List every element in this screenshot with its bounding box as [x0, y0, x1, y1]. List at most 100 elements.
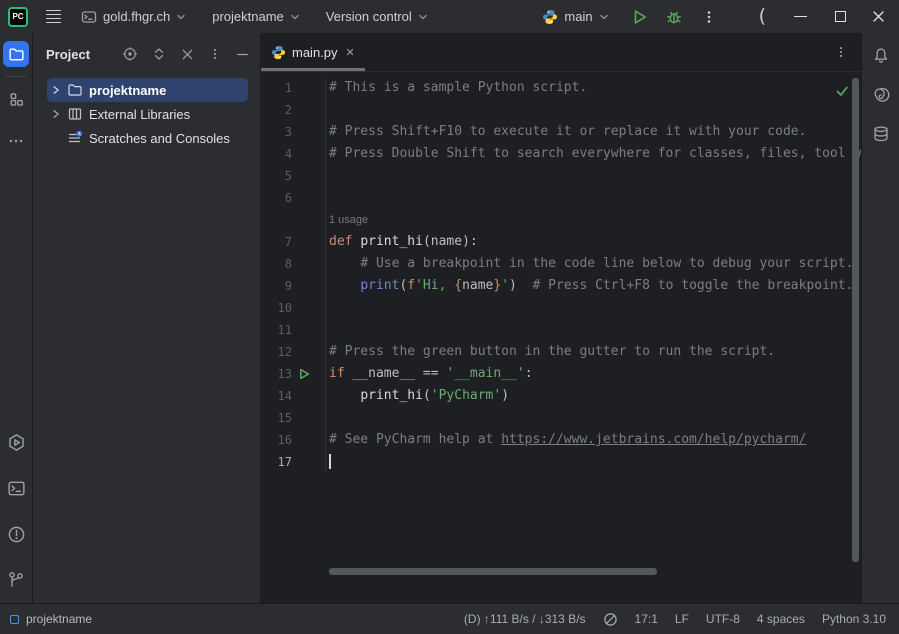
- python-icon: [542, 9, 558, 25]
- tree-item-external-libraries[interactable]: External Libraries: [47, 102, 248, 126]
- horizontal-scrollbar-thumb[interactable]: [329, 568, 657, 575]
- tree-item-projektname[interactable]: projektname: [47, 78, 248, 102]
- line-number: 6: [261, 187, 292, 209]
- code-row: 3# Press Shift+F10 to execute it or repl…: [261, 121, 861, 143]
- run-configuration-label: main: [564, 9, 592, 24]
- collapse-all-icon[interactable]: [180, 47, 195, 62]
- line-number: 4: [261, 143, 292, 165]
- right-tool-strip: [861, 33, 899, 603]
- remote-host-selector[interactable]: gold.fhgr.ch: [81, 9, 186, 25]
- chevron-down-icon: [418, 12, 428, 22]
- project-tree: projektname External Libraries: [33, 78, 260, 150]
- expand-collapse-icon[interactable]: [151, 46, 167, 62]
- inspection-ok-icon[interactable]: [835, 84, 849, 98]
- code-row: 10: [261, 297, 861, 319]
- pycharm-logo-icon: PC: [8, 7, 28, 27]
- more-tool-windows-button[interactable]: [3, 128, 29, 154]
- more-actions-icon[interactable]: [701, 9, 717, 25]
- interpreter-widget[interactable]: Python 3.10: [822, 612, 886, 626]
- git-tool-button[interactable]: [3, 567, 29, 593]
- python-icon: [271, 45, 286, 60]
- line-number: 12: [261, 341, 292, 363]
- hide-panel-icon[interactable]: [235, 47, 250, 62]
- scratches-icon: [67, 130, 85, 146]
- code-row: 8 # Use a breakpoint in the code line be…: [261, 253, 861, 275]
- encoding-widget[interactable]: UTF-8: [706, 612, 740, 626]
- code-row: 15: [261, 407, 861, 429]
- main-menu-icon[interactable]: [46, 10, 61, 24]
- code-row: 1# This is a sample Python script.: [261, 77, 861, 99]
- code-row: 2: [261, 99, 861, 121]
- tree-item-label: Scratches and Consoles: [89, 131, 230, 146]
- remote-host-label: gold.fhgr.ch: [103, 9, 170, 24]
- code-row: 11: [261, 319, 861, 341]
- crescent-icon[interactable]: (: [759, 7, 766, 26]
- pycharm-window: PC gold.fhgr.ch projektname Version cont…: [0, 0, 899, 634]
- line-separator-widget[interactable]: LF: [675, 612, 689, 626]
- statusbar-project-widget[interactable]: projektname: [10, 612, 92, 626]
- code-row: 6: [261, 187, 861, 209]
- code-row: 4# Press Double Shift to search everywhe…: [261, 143, 861, 165]
- database-icon[interactable]: [872, 125, 890, 143]
- chevron-right-icon[interactable]: [51, 85, 67, 95]
- debug-button[interactable]: [665, 8, 683, 26]
- project-widget[interactable]: projektname: [212, 9, 300, 24]
- chevron-right-icon[interactable]: [51, 109, 67, 119]
- line-number: 5: [261, 165, 292, 187]
- code-row: 13if __name__ == '__main__':: [261, 363, 861, 385]
- line-number: 1: [261, 77, 292, 99]
- code-row: 12# Press the green button in the gutter…: [261, 341, 861, 363]
- project-panel: Project: [33, 33, 261, 603]
- ai-assistant-icon[interactable]: [872, 86, 890, 104]
- project-tool-button[interactable]: [3, 41, 29, 67]
- line-number: 17: [261, 451, 292, 473]
- problems-tool-button[interactable]: [3, 521, 29, 547]
- indent-widget[interactable]: 4 spaces: [757, 612, 805, 626]
- network-speed-widget[interactable]: (D) ↑111 B/s / ↓313 B/s: [464, 612, 586, 626]
- vertical-scrollbar-thumb[interactable]: [852, 78, 859, 562]
- tab-label: main.py: [292, 45, 338, 60]
- highlighting-off-icon[interactable]: [603, 612, 618, 627]
- select-opened-file-icon[interactable]: [122, 46, 138, 62]
- remote-terminal-icon: [81, 9, 97, 25]
- code-editor[interactable]: 1# This is a sample Python script.23# Pr…: [261, 72, 861, 603]
- usages-hint[interactable]: 1 usage: [329, 214, 368, 226]
- line-number: 7: [261, 231, 292, 253]
- tab-main-py[interactable]: main.py ✕: [261, 33, 365, 71]
- line-number: 9: [261, 275, 292, 297]
- notifications-bell-icon[interactable]: [872, 47, 890, 65]
- project-widget-label: projektname: [212, 9, 284, 24]
- vcs-widget-label: Version control: [326, 9, 412, 24]
- options-kebab-icon[interactable]: [208, 47, 222, 61]
- run-configuration-selector[interactable]: main: [542, 9, 608, 25]
- minimize-button[interactable]: [794, 16, 807, 17]
- title-bar: PC gold.fhgr.ch projektname Version cont…: [0, 0, 899, 33]
- chevron-down-icon: [176, 12, 186, 22]
- line-number: 2: [261, 99, 292, 121]
- close-button[interactable]: [872, 10, 885, 23]
- project-panel-title: Project: [46, 47, 90, 62]
- tree-item-scratches[interactable]: Scratches and Consoles: [47, 126, 248, 150]
- maximize-button[interactable]: [835, 11, 846, 22]
- tree-item-label: projektname: [89, 83, 166, 98]
- code-row: 5: [261, 165, 861, 187]
- code-row: 9 print(f'Hi, {name}') # Press Ctrl+F8 t…: [261, 275, 861, 297]
- folder-icon: [67, 82, 85, 98]
- run-line-icon[interactable]: [292, 363, 316, 385]
- tree-item-label: External Libraries: [89, 107, 190, 122]
- services-tool-button[interactable]: [3, 429, 29, 455]
- line-number: 14: [261, 385, 292, 407]
- status-bar: projektname (D) ↑111 B/s / ↓313 B/s 17:1…: [0, 603, 899, 634]
- terminal-tool-button[interactable]: [3, 475, 29, 501]
- caret-position-widget[interactable]: 17:1: [635, 612, 658, 626]
- text-caret: [329, 454, 331, 469]
- editor-options-kebab-icon[interactable]: [834, 33, 848, 71]
- left-tool-strip: [0, 33, 33, 603]
- vcs-widget[interactable]: Version control: [326, 9, 428, 24]
- tab-close-icon[interactable]: ✕: [346, 46, 355, 59]
- line-number: 13: [261, 363, 292, 385]
- structure-tool-button[interactable]: [3, 86, 29, 112]
- line-number: 10: [261, 297, 292, 319]
- chevron-down-icon: [290, 12, 300, 22]
- run-button[interactable]: [631, 8, 649, 26]
